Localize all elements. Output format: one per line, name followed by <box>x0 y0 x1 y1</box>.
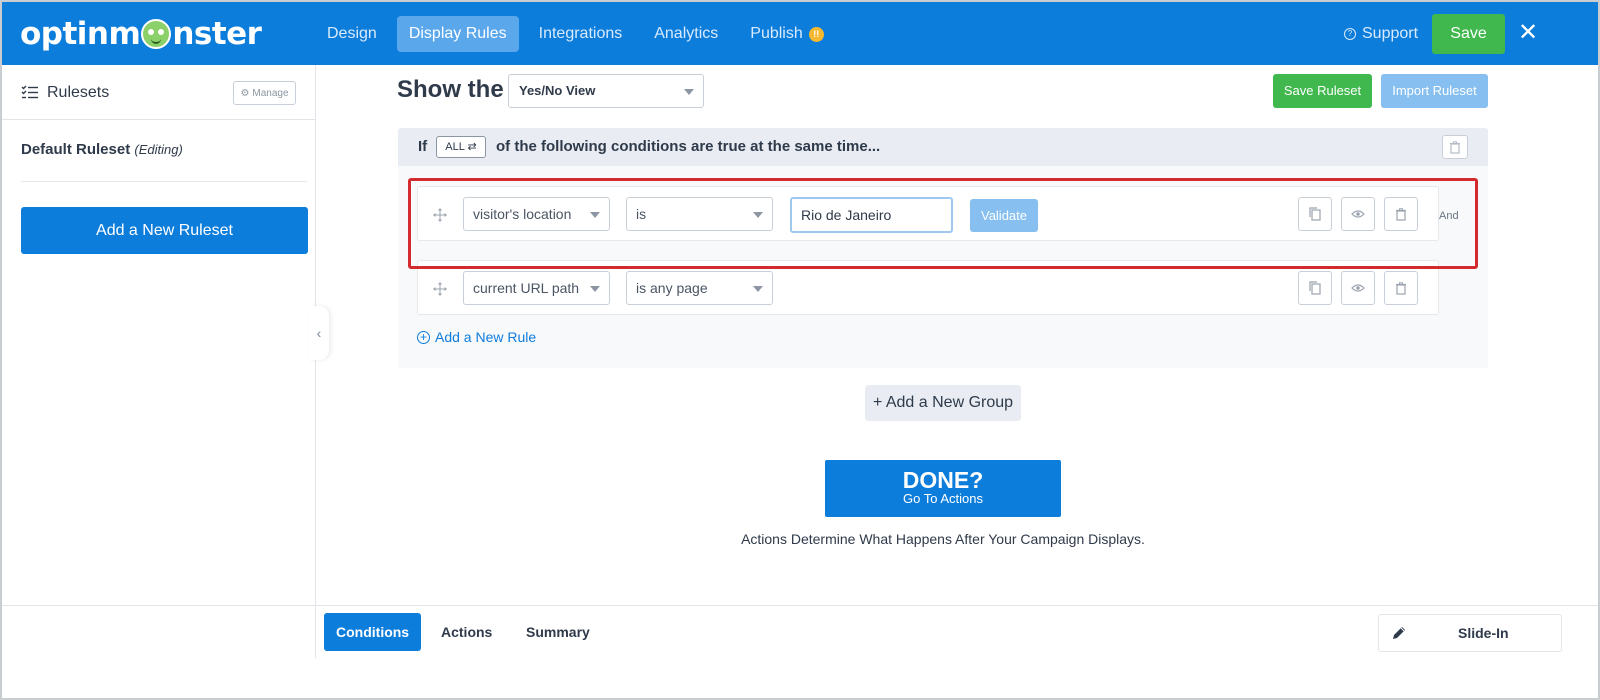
rule-operator-select[interactable]: is <box>626 197 773 231</box>
close-icon[interactable]: ✕ <box>1517 21 1539 45</box>
preview-rule-button[interactable] <box>1341 197 1375 231</box>
preview-rule-button[interactable] <box>1341 271 1375 305</box>
nav-tab-label: Publish <box>750 25 803 42</box>
trash-icon <box>1396 207 1406 221</box>
eye-icon <box>1351 210 1365 218</box>
copy-icon <box>1309 281 1321 295</box>
default-ruleset-item[interactable]: Default Ruleset (Editing) <box>21 141 183 158</box>
nav-tab-label: Design <box>327 25 377 42</box>
import-ruleset-button[interactable]: Import Ruleset <box>1381 74 1488 108</box>
main-nav: Design Display Rules Integrations Analyt… <box>315 16 844 52</box>
view-select-value: Yes/No View <box>519 83 596 98</box>
chevron-down-icon <box>684 89 694 95</box>
rule-field-value: current URL path <box>473 280 580 296</box>
pencil-icon <box>1393 627 1405 639</box>
trash-icon <box>1450 140 1460 154</box>
nav-tab-label: Integrations <box>538 25 623 42</box>
bottom-tab-bar: Conditions Actions Summary Slide-In <box>2 605 1598 698</box>
ruleset-status: (Editing) <box>134 142 183 157</box>
copy-icon <box>1309 207 1321 221</box>
mascot-icon <box>141 19 172 49</box>
delete-rule-button[interactable] <box>1384 271 1418 305</box>
add-ruleset-button[interactable]: Add a New Ruleset <box>21 207 308 254</box>
show-the-label: Show the <box>397 76 504 103</box>
support-link[interactable]: ? Support <box>1344 16 1418 52</box>
eye-icon <box>1351 284 1365 292</box>
match-mode-toggle[interactable]: ALL ⇄ <box>436 136 486 158</box>
chevron-down-icon <box>753 286 763 292</box>
nav-tab-integrations[interactable]: Integrations <box>527 16 635 52</box>
done-title: DONE? <box>902 467 984 493</box>
and-connector: And <box>1439 210 1459 222</box>
if-label: If <box>418 138 428 155</box>
save-button[interactable]: Save <box>1432 14 1505 54</box>
add-group-button[interactable]: + Add a New Group <box>865 385 1021 421</box>
display-rules-editor: Show the Yes/No View Save Ruleset Import… <box>317 65 1598 605</box>
nav-tab-label: Display Rules <box>408 25 507 42</box>
ruleset-name: Default Ruleset <box>21 141 131 158</box>
nav-tab-analytics[interactable]: Analytics <box>642 16 730 52</box>
location-value-input[interactable]: Rio de Janeiro <box>790 197 953 233</box>
trash-icon <box>1396 281 1406 295</box>
bottom-left-spacer <box>2 606 316 658</box>
rule-group: If ALL ⇄ of the following conditions are… <box>398 128 1488 368</box>
delete-group-button[interactable] <box>1442 135 1468 159</box>
tab-conditions[interactable]: Conditions <box>324 613 422 651</box>
optinmonster-logo[interactable]: optinm nster <box>20 14 262 54</box>
rule-operator-value: is <box>636 206 647 222</box>
tab-actions[interactable]: Actions <box>429 613 504 651</box>
rulesets-sidebar: Rulesets ⚙ Manage Default Ruleset (Editi… <box>2 65 316 605</box>
gear-icon: ⚙ <box>240 87 250 99</box>
duplicate-rule-button[interactable] <box>1298 197 1332 231</box>
validate-button[interactable]: Validate <box>970 199 1038 232</box>
rule-operator-value: is any page <box>636 280 708 296</box>
campaign-type-label: Slide-In <box>1458 625 1509 641</box>
campaign-type-button[interactable]: Slide-In <box>1378 614 1562 652</box>
rule-field-select[interactable]: visitor's location <box>463 197 610 231</box>
help-icon: ? <box>1344 28 1356 40</box>
duplicate-rule-button[interactable] <box>1298 271 1332 305</box>
actions-note: Actions Determine What Happens After You… <box>741 531 1145 547</box>
rule-row: current URL path is any page <box>417 260 1439 315</box>
chevron-down-icon <box>590 212 600 218</box>
go-to-actions-button[interactable]: DONE? Go To Actions <box>825 460 1061 517</box>
chevron-down-icon <box>753 212 763 218</box>
rule-operator-select[interactable]: is any page <box>626 271 773 305</box>
rulesets-title: Rulesets <box>47 84 110 101</box>
delete-rule-button[interactable] <box>1384 197 1418 231</box>
tab-summary[interactable]: Summary <box>514 613 602 651</box>
checklist-icon <box>21 85 38 99</box>
nav-tab-publish[interactable]: Publish !! <box>738 16 835 52</box>
nav-tab-display-rules[interactable]: Display Rules <box>396 16 519 52</box>
save-ruleset-button[interactable]: Save Ruleset <box>1273 74 1372 108</box>
nav-tab-design[interactable]: Design <box>315 16 389 52</box>
plus-circle-icon: + <box>417 330 430 344</box>
chevron-down-icon <box>590 286 600 292</box>
publish-warning-badge: !! <box>808 26 824 42</box>
view-select[interactable]: Yes/No View <box>508 74 704 108</box>
divider <box>21 181 307 182</box>
rule-row: visitor's location is Rio de Janeiro Val… <box>417 186 1439 241</box>
nav-tab-label: Analytics <box>654 25 719 42</box>
drag-handle-icon[interactable] <box>432 281 448 297</box>
drag-handle-icon[interactable] <box>432 207 448 223</box>
logo-text-left: optinm <box>20 16 141 52</box>
rule-group-header: If ALL ⇄ of the following conditions are… <box>398 128 1488 166</box>
logo-text-right: nster <box>172 16 262 52</box>
manage-rulesets-button[interactable]: ⚙ Manage <box>233 81 296 105</box>
support-label: Support <box>1362 25 1419 42</box>
rule-field-value: visitor's location <box>473 206 572 222</box>
manage-label: Manage <box>252 87 289 99</box>
top-navigation-bar: optinm nster Design Display Rules Integr… <box>2 2 1598 65</box>
rulesets-header: Rulesets ⚙ Manage <box>2 65 315 120</box>
add-rule-label: Add a New Rule <box>435 329 537 345</box>
done-subtitle: Go To Actions <box>903 491 983 506</box>
add-rule-link[interactable]: + Add a New Rule <box>417 329 536 345</box>
condition-text: of the following conditions are true at … <box>496 138 881 155</box>
rule-field-select[interactable]: current URL path <box>463 271 610 305</box>
